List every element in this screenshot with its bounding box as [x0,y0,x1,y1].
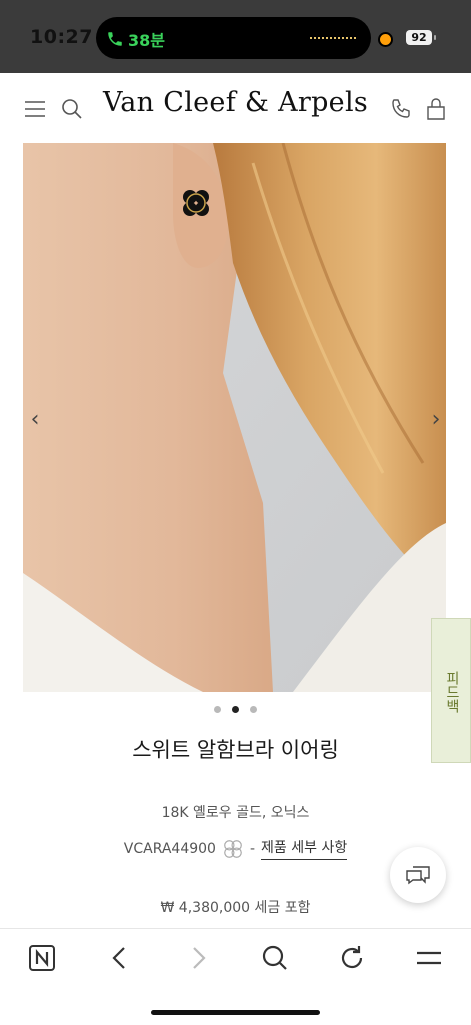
product-details-link[interactable]: 제품 세부 사항 [261,837,348,860]
carousel-dot[interactable] [214,706,221,713]
chat-icon [406,866,430,885]
phone-icon[interactable] [389,97,413,121]
naver-home-icon[interactable] [27,943,57,973]
status-time: 10:27 [30,26,93,48]
separator: - [249,840,256,857]
audio-waveform-icon [310,37,356,39]
product-price: ₩ 4,380,000 세금 포함 [160,900,311,916]
carousel-next-button[interactable]: › [426,407,446,432]
menu-icon[interactable] [414,943,444,973]
carousel-prev-button[interactable]: ‹ [25,407,45,432]
product-image-carousel[interactable]: ‹ › [23,143,446,692]
refresh-icon[interactable] [337,943,367,973]
dynamic-island[interactable]: 38분 [96,17,371,59]
site-header: Van Cleef & Arpels [0,73,471,143]
call-duration: 38분 [128,31,165,50]
chat-button[interactable] [390,847,446,903]
shopping-bag-icon[interactable] [424,97,448,121]
call-indicator[interactable]: 38분 [106,27,165,51]
carousel-indicator [0,706,471,713]
product-title: 스위트 알함브라 이어링 [132,738,339,762]
clover-icon [224,839,242,858]
home-indicator[interactable] [151,1010,320,1015]
battery-indicator: 92 [406,30,436,45]
mic-indicator-icon [378,32,393,47]
product-material: 18K 옐로우 골드, 오닉스 [161,805,310,821]
product-photo [23,143,446,692]
battery-level: 92 [411,31,427,44]
carousel-dot[interactable] [250,706,257,713]
back-icon[interactable] [105,943,135,973]
search-icon[interactable] [260,943,290,973]
phone-call-icon [108,32,122,46]
forward-icon[interactable] [183,943,213,973]
status-bar: 10:27 38분 92 [0,0,471,73]
product-reference: VCARA44900 [123,840,216,857]
carousel-dot-active[interactable] [232,706,239,713]
